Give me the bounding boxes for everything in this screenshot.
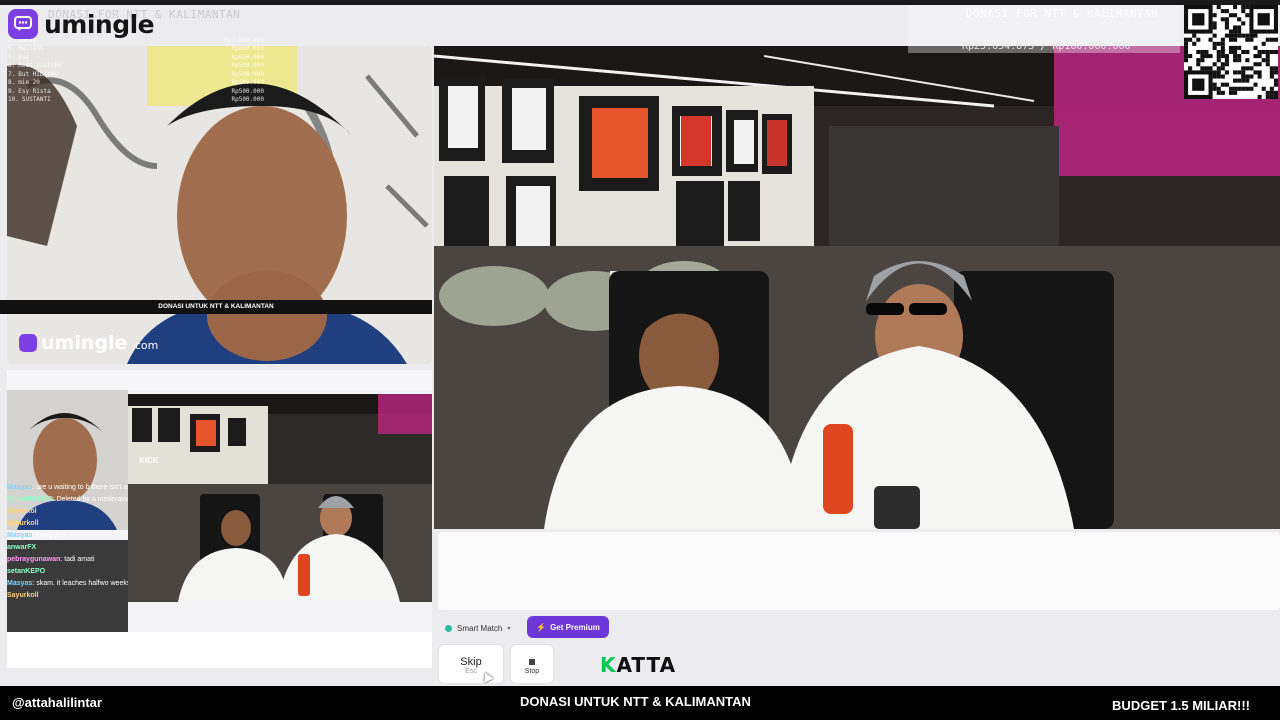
umingle-logo[interactable]: umingle [8,8,155,40]
sponsor-logo-k: K [600,653,617,677]
chat-username[interactable]: Masyas [7,580,32,587]
chat-message: Sayurkoll [7,518,128,530]
leaderboard-rank: 10. [8,96,19,103]
get-premium-label: Get Premium [550,622,600,632]
leaderboard-row: 5. Mellins Rp800.000 [8,45,264,54]
umingle-watermark-icon [19,334,37,352]
skip-label: Skip [460,656,482,668]
chat-username[interactable]: Masyas [7,532,32,539]
chat-message: setanKEPO [7,566,128,578]
kick-tag: KICK [139,456,159,465]
chat-username[interactable]: Sayurkoll [7,520,39,527]
stream-frame: umingle .com umingle DONASI FOR NTT & KA… [0,0,1280,720]
leaderboard-name: Reet ristiko [18,62,62,69]
stop-label: Stop [524,668,540,675]
chat-message: Gibra0626828: Deleted by a moderator [7,494,128,506]
leaderboard-rank: 6. [8,62,16,69]
leaderboard-rank: 7. [8,70,16,78]
embedded-controls [7,632,432,668]
chevron-down-icon: ▾ [507,625,511,632]
umingle-watermark: umingle .com [19,332,158,354]
leaderboard-name: Esy [18,53,30,61]
chat-text: funny live [36,532,66,539]
lightning-icon: ⚡ [536,622,547,632]
embedded-chat: Masyas: are u waiting to b there isn't a… [7,482,128,652]
chat-message: Masyas: are u waiting to b there isn't a… [7,482,128,494]
chat-username[interactable]: setanKEPO [7,568,45,575]
sponsor-logo: KATTA [600,653,676,677]
watermark-domain: .com [131,339,159,352]
stop-button[interactable]: Stop [510,644,554,684]
chat-username[interactable]: Sayurkol [7,508,37,515]
leaderboard-row: 6. Reet ristiko Rp500.000 [8,62,264,71]
footer-right-text: BUDGET 1.5 MILIAR!!! [1112,698,1250,713]
leaderboard-name: Mellins [18,45,44,52]
chat-text: are u waiting to b there isn't any kick [36,484,128,491]
leaderboard-row: 9. Esy Rista Rp500.000 [8,88,264,97]
chat-message: Masyas: funny live [7,530,128,542]
watermark-brand: umingle [41,332,128,354]
leaderboard-row: 8. mie 20 Rp500.000 [8,79,264,88]
leaderboard-name: Esy Rista [18,87,51,95]
donation-progress-text: Rp25.654.873 / Rp100.000.000 [962,41,1131,52]
leaderboard-name: SUSTANTI [21,96,51,103]
chat-message: Sayurkoll [7,590,128,602]
qr-code-icon [1184,5,1278,99]
smart-match-dropdown[interactable]: Smart Match ▾ [445,620,510,636]
footer-center-text: DONASI UNTUK NTT & KALIMANTAN [520,694,751,709]
leaderboard-amount: Rp1.000.000 [224,36,264,44]
chat-username[interactable]: Masyas [7,484,32,491]
leaderboard-amount: Rp800.000 [231,45,264,52]
footer-handle: @attahalilintar [12,695,102,710]
stop-icon [529,659,535,665]
chat-username[interactable]: Sayurkoll [7,592,39,599]
leaderboard-row: 5. Esy Rp600.000 [8,54,264,63]
broadcast-footer: @attahalilintar DONASI UNTUK NTT & KALIM… [0,686,1280,720]
globe-icon [445,624,452,632]
leaderboard-row: 7. But HIDAYAH Rp500.000 [8,71,264,80]
embedded-stream-header [7,370,432,390]
chat-message: Masyas: skam. it leaches halfwo weeks ka… [7,578,128,590]
leaderboard-amount: Rp500.000 [231,70,264,78]
chat-text: tadi amati [64,556,95,563]
get-premium-button[interactable]: ⚡ Get Premium [527,616,609,638]
leaderboard-rank: 5. [8,53,16,61]
leaderboard-amount: Rp600.000 [231,53,264,61]
embedded-stream: KICK Masyas: are u waiting to b there is… [7,370,432,668]
leaderboard-rank: 5. [8,45,16,52]
leaderboard-amount: Rp500.000 [231,62,264,69]
donation-qr-code [1184,5,1278,99]
chat-username[interactable]: anwarFX [7,544,36,551]
chat-message: Sayurkol [7,506,128,518]
brand-name: umingle [44,9,155,39]
leaderboard-amount: Rp500.000 [231,87,264,95]
chat-message: pebraygunawan: tadi amati [7,554,128,566]
leaderboard-rank: 9. [8,87,16,95]
chat-username[interactable]: Gibra0626828 [7,496,53,503]
embedded-streamer-video [128,394,432,602]
leaderboard-amount: Rp500.000 [231,96,264,103]
chat-username[interactable]: pebraygunawan [7,556,60,563]
chat-text: Deleted by a moderator [56,496,128,503]
chat-panel[interactable] [438,532,1280,610]
streamer-video [434,46,1280,529]
leaderboard-amount: Rp500.000 [231,79,264,86]
chat-message: anwarFX [7,542,128,554]
sponsor-logo-rest: ATTA [616,653,677,677]
leaderboard-name: But HIDAYAH [18,70,58,78]
skip-key-hint: Esc [465,668,477,675]
chat-bubble-icon [8,9,38,39]
leaderboard-name: mie 20 [18,79,40,86]
embedded-footer: DONASI UNTUK NTT & KALIMANTAN [0,300,432,314]
skip-button[interactable]: Skip Esc [438,644,504,684]
streamer-video-image [434,46,1280,529]
chat-text: skam. it leaches halfwo weeks kan kick [36,580,128,587]
donation-title: DONASI FOR NTT & KALIMANTAN [966,7,1159,20]
leaderboard-rank: 8. [8,79,16,86]
smart-match-label: Smart Match [457,623,503,633]
leaderboard-row: 10. SUSTANTI Rp500.000 [8,96,264,105]
